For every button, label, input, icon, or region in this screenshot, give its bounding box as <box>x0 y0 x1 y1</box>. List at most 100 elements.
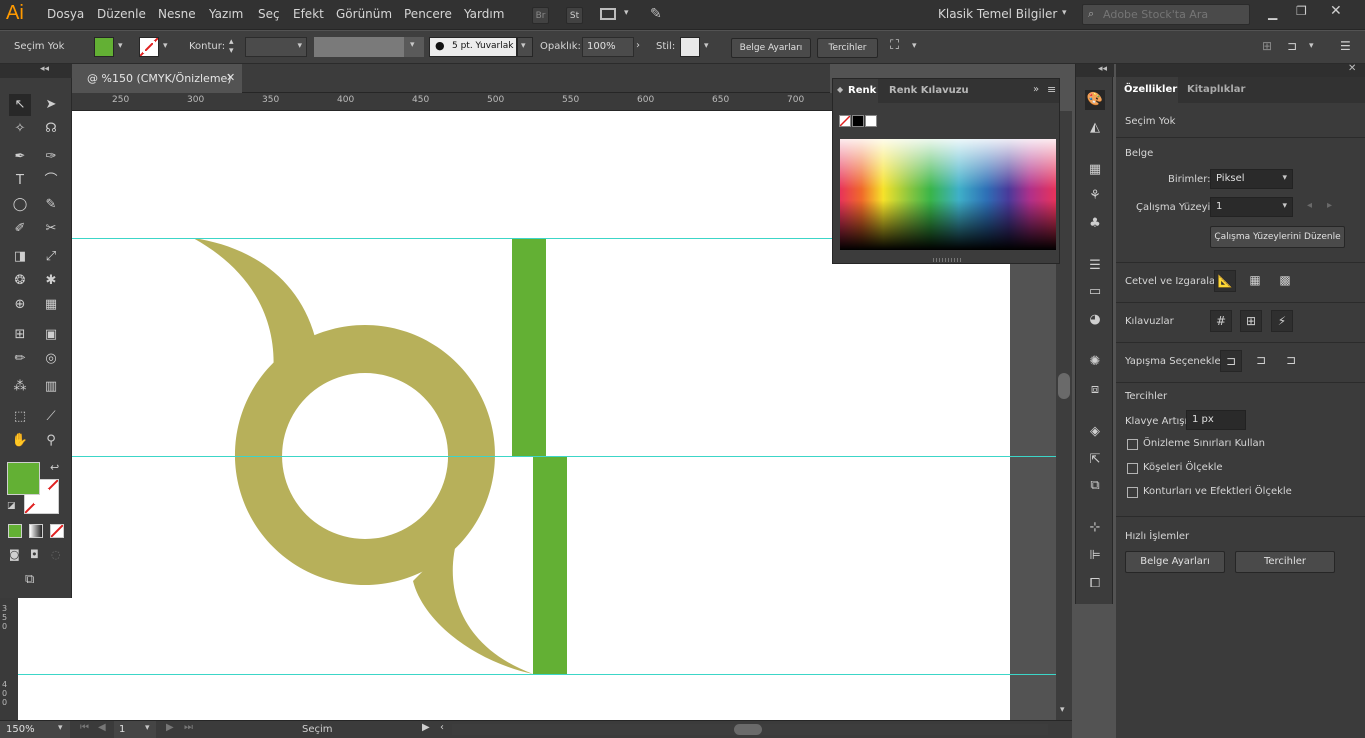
swap-colors-icon[interactable]: ↩ <box>50 461 59 474</box>
status-menu-icon[interactable]: ▶ <box>422 722 430 733</box>
mesh-tool-icon[interactable]: ⊞ <box>9 324 31 346</box>
tools-panel-header[interactable]: ◂◂ <box>0 64 72 78</box>
dock-header[interactable]: ◂◂ <box>1076 64 1114 77</box>
properties-panel-icon[interactable]: 🎨 <box>1085 90 1105 110</box>
stroke-swatch[interactable] <box>139 37 159 57</box>
ellipse-tool-icon[interactable]: ◯ <box>9 194 31 216</box>
next-artboard-arrow-icon[interactable]: ▸ <box>1327 200 1332 211</box>
arrange-documents-icon[interactable] <box>600 8 616 20</box>
opacity-field[interactable]: 100% <box>582 37 634 57</box>
magic-wand-tool-icon[interactable]: ✧ <box>9 118 31 140</box>
symbols-panel-icon[interactable]: ♣ <box>1085 214 1105 234</box>
arc-tool-icon[interactable]: ⌒ <box>40 170 62 192</box>
variable-width-profile[interactable] <box>314 37 404 57</box>
artboard-tool-icon[interactable]: ⬚ <box>9 406 31 428</box>
curvature-tool-icon[interactable]: ✑ <box>40 146 62 168</box>
guide-line[interactable] <box>18 456 1060 457</box>
rulers-icon[interactable]: 📐 <box>1214 270 1236 292</box>
warp-tool-icon[interactable]: ❂ <box>9 270 31 292</box>
collapse-panel-icon[interactable]: ◂◂ <box>40 64 49 74</box>
menu-efekt[interactable]: Efekt <box>293 7 324 21</box>
menu-yardim[interactable]: Yardım <box>464 7 504 21</box>
style-chevron-icon[interactable]: ▾ <box>704 41 709 51</box>
guide-line[interactable] <box>18 674 1060 675</box>
tab-kitapliklar[interactable]: Kitaplıklar <box>1187 84 1245 95</box>
last-artboard-icon[interactable]: ⏭ <box>184 722 193 733</box>
swatches-panel-icon[interactable]: ▦ <box>1085 160 1105 180</box>
hand-tool-icon[interactable]: ✋ <box>9 430 31 452</box>
type-tool-icon[interactable]: T <box>9 170 31 192</box>
quick-document-setup-button[interactable]: Belge Ayarları <box>1125 551 1225 573</box>
gradient-panel-icon[interactable]: ▭ <box>1085 282 1105 302</box>
draw-normal-icon[interactable]: ◙ <box>9 548 20 561</box>
transparency-panel-icon[interactable]: ◕ <box>1085 310 1105 330</box>
lock-guides-icon[interactable]: ⊞ <box>1240 310 1262 332</box>
document-tab[interactable]: @ %150 (CMYK/Önizleme) ✕ <box>72 64 242 93</box>
screen-mode-icon[interactable]: ⧉ <box>25 572 34 587</box>
brushes-panel-icon[interactable]: ⚘ <box>1085 186 1105 206</box>
graphic-styles-panel-icon[interactable]: ⧈ <box>1085 380 1105 400</box>
expand-panel-icon[interactable]: » <box>1033 84 1039 95</box>
snap-icon[interactable]: ⊐ <box>1287 39 1297 53</box>
properties-header[interactable]: ✕ <box>1116 63 1365 77</box>
appearance-panel-icon[interactable]: ✺ <box>1085 352 1105 372</box>
lasso-tool-icon[interactable]: ☊ <box>40 118 62 140</box>
stroke-panel-icon[interactable]: ☰ <box>1085 256 1105 276</box>
transform-panel-icon[interactable]: ⊹ <box>1085 518 1105 538</box>
scale-corners-checkbox[interactable] <box>1127 463 1138 474</box>
symbol-sprayer-tool-icon[interactable]: ⁂ <box>9 376 31 398</box>
workspace-chevron-icon[interactable]: ▾ <box>1062 8 1067 18</box>
white-swatch[interactable] <box>865 115 877 127</box>
tab-ozellikler[interactable]: Özellikler <box>1116 77 1178 103</box>
tab-renk-kilavuzu[interactable]: Renk Kılavuzu <box>889 85 969 96</box>
fill-swatch[interactable] <box>94 37 114 57</box>
paintbrush-tool-icon[interactable]: ✎ <box>40 194 62 216</box>
select-similar-chevron-icon[interactable]: ▾ <box>912 41 917 51</box>
smart-guides-icon[interactable]: ⚡ <box>1271 310 1293 332</box>
bridge-button[interactable]: Br <box>532 7 549 24</box>
layers-panel-icon[interactable]: ◈ <box>1085 422 1105 442</box>
color-mode-icon[interactable] <box>8 524 22 538</box>
stock-button[interactable]: St <box>566 7 583 24</box>
align-panel-icon[interactable]: ⊫ <box>1085 546 1105 566</box>
color-spectrum[interactable] <box>840 139 1056 250</box>
edit-artboards-button[interactable]: Çalışma Yüzeylerini Düzenle <box>1210 226 1345 248</box>
close-panel-icon[interactable]: ✕ <box>1348 63 1356 74</box>
align-icon[interactable]: ⊞ <box>1262 39 1272 53</box>
puppet-warp-tool-icon[interactable]: ✱ <box>40 270 62 292</box>
menu-sec[interactable]: Seç <box>258 7 280 21</box>
panel-menu-icon[interactable]: ≡ <box>1047 83 1056 96</box>
menu-duzenle[interactable]: Düzenle <box>97 7 146 21</box>
stock-search-input[interactable] <box>1103 7 1243 22</box>
prev-artboard-icon[interactable]: ◀ <box>98 722 106 733</box>
menu-dosya[interactable]: Dosya <box>47 7 84 21</box>
direct-selection-tool-icon[interactable]: ➤ <box>40 94 62 116</box>
resize-grip[interactable] <box>933 258 961 262</box>
shape-builder-tool-icon[interactable]: ⊕ <box>9 294 31 316</box>
none-mode-icon[interactable] <box>50 524 64 538</box>
scissors-tool-icon[interactable]: ✂ <box>40 218 62 240</box>
fill-color-swatch-front[interactable] <box>7 462 40 495</box>
brush-definition[interactable]: ● 5 pt. Yuvarlak <box>429 37 517 57</box>
draw-inside-icon[interactable]: ◌ <box>51 548 61 561</box>
menu-pencere[interactable]: Pencere <box>404 7 452 21</box>
vertical-scroll-thumb[interactable] <box>1058 373 1070 399</box>
grid-icon[interactable]: ▦ <box>1244 270 1266 292</box>
preview-bounds-checkbox[interactable] <box>1127 439 1138 450</box>
show-guides-icon[interactable]: # <box>1210 310 1232 332</box>
preferences-button[interactable]: Tercihler <box>817 38 878 58</box>
pathfinder-panel-icon[interactable]: ⧠ <box>1085 574 1105 594</box>
horizontal-scrollbar[interactable] <box>452 724 1048 735</box>
profile-dropdown[interactable]: ▾ <box>404 37 424 57</box>
stroke-chevron-icon[interactable]: ▾ <box>163 41 168 51</box>
graph-tool-icon[interactable]: ▥ <box>40 376 62 398</box>
fill-chevron-icon[interactable]: ▾ <box>118 41 123 51</box>
units-dropdown[interactable]: Piksel ▾ <box>1210 169 1293 189</box>
graphic-style-swatch[interactable] <box>680 37 700 57</box>
gradient-tool-icon[interactable]: ▣ <box>40 324 62 346</box>
vertical-ruler[interactable]: 350 400 <box>0 598 18 720</box>
keyboard-increment-field[interactable]: 1 px <box>1186 410 1246 430</box>
control-panel-menu-icon[interactable]: ☰ <box>1340 39 1351 53</box>
snap-chevron-icon[interactable]: ▾ <box>1309 41 1314 51</box>
snap-to-pixel-icon[interactable]: ⊐ <box>1250 350 1272 372</box>
